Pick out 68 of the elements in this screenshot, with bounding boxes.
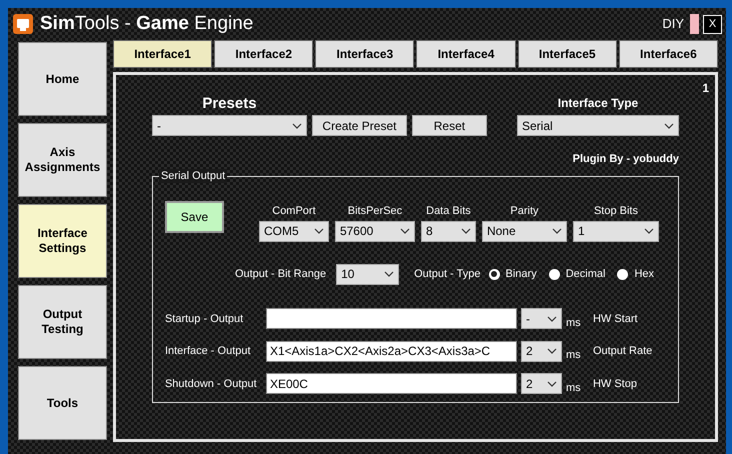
- radio-option[interactable]: Decimal: [548, 266, 606, 282]
- tab[interactable]: Interface4: [416, 40, 516, 68]
- caret-icon: [400, 228, 410, 234]
- output-type-label: Output - Type: [414, 266, 481, 282]
- output-label: Interface - Output: [164, 344, 252, 359]
- tab[interactable]: Interface5: [518, 40, 617, 68]
- window-title: SimTools - Game Engine: [40, 12, 254, 36]
- preset-button[interactable]: Create Preset: [312, 115, 407, 136]
- caret-icon: [314, 228, 324, 234]
- caret-icon: [384, 271, 394, 277]
- sidebar-item[interactable]: Home: [18, 42, 107, 116]
- unit-label: ms: [566, 316, 582, 330]
- plugin-author: Plugin By - yobuddy: [572, 152, 679, 167]
- text-field[interactable]: XE00C: [266, 373, 517, 394]
- caret-icon: [552, 228, 562, 234]
- bit-range-label: Output - Bit Range: [234, 266, 326, 282]
- setting-label: Stop Bits: [594, 204, 638, 219]
- interface-number: 1: [702, 80, 709, 97]
- output-note: HW Start: [592, 312, 638, 326]
- unit-label: ms: [566, 380, 582, 396]
- radio-option[interactable]: Binary: [488, 266, 537, 282]
- dropdown[interactable]: COM5: [258, 220, 329, 242]
- output-label: Startup - Output: [164, 312, 244, 326]
- dropdown[interactable]: -: [152, 115, 307, 136]
- sidebar-item[interactable]: Output Testing: [18, 285, 107, 359]
- caret-icon: [292, 122, 302, 128]
- mode-label: DIY: [662, 15, 684, 34]
- close-button[interactable]: X: [703, 14, 722, 34]
- preset-button[interactable]: Reset: [412, 115, 487, 136]
- unit-label: ms: [566, 348, 582, 363]
- tab[interactable]: Interface2: [214, 40, 314, 68]
- setting-label: Data Bits: [426, 204, 471, 219]
- output-note: HW Stop: [592, 376, 637, 392]
- presets-label: Presets: [201, 95, 258, 113]
- tab[interactable]: Interface1: [112, 40, 212, 68]
- dropdown[interactable]: None: [482, 220, 567, 242]
- text-field[interactable]: X1<Axis1a>CX2<Axis2a>CX3<Axis3a>C: [266, 340, 517, 362]
- color-swatch-icon: [690, 14, 699, 34]
- radio-option[interactable]: Hex: [617, 266, 654, 282]
- setting-label: BitsPerSec: [348, 204, 402, 219]
- caret-icon: [546, 316, 557, 322]
- dropdown[interactable]: Serial: [517, 115, 679, 136]
- sidebar-item[interactable]: Interface Settings: [18, 204, 107, 278]
- text-field[interactable]: [266, 308, 517, 330]
- setting-label: ComPort: [272, 204, 316, 219]
- dropdown[interactable]: 2: [520, 340, 562, 362]
- caret-icon: [664, 122, 674, 128]
- output-note: Output Rate: [592, 344, 652, 359]
- caret-icon: [546, 380, 557, 387]
- tab[interactable]: Interface6: [618, 40, 718, 68]
- output-label: Shutdown - Output: [164, 376, 258, 392]
- caret-icon: [546, 348, 557, 354]
- sidebar-item[interactable]: Tools: [18, 366, 107, 440]
- dropdown[interactable]: 10: [336, 264, 400, 284]
- app-logo-icon: [12, 13, 34, 35]
- dropdown[interactable]: 1: [572, 220, 659, 242]
- group-title: Serial Output: [158, 168, 228, 182]
- dropdown[interactable]: -: [520, 308, 562, 330]
- dropdown[interactable]: 2: [520, 373, 562, 394]
- dropdown[interactable]: 57600: [334, 220, 415, 242]
- interface-type-label: Interface Type: [558, 95, 638, 112]
- dropdown[interactable]: 8: [420, 220, 476, 242]
- caret-icon: [460, 228, 471, 234]
- save-button[interactable]: Save: [164, 200, 224, 232]
- tab[interactable]: Interface3: [315, 40, 414, 68]
- setting-label: Parity: [510, 204, 539, 219]
- caret-icon: [644, 228, 654, 234]
- sidebar-item[interactable]: Axis Assignments: [18, 123, 107, 197]
